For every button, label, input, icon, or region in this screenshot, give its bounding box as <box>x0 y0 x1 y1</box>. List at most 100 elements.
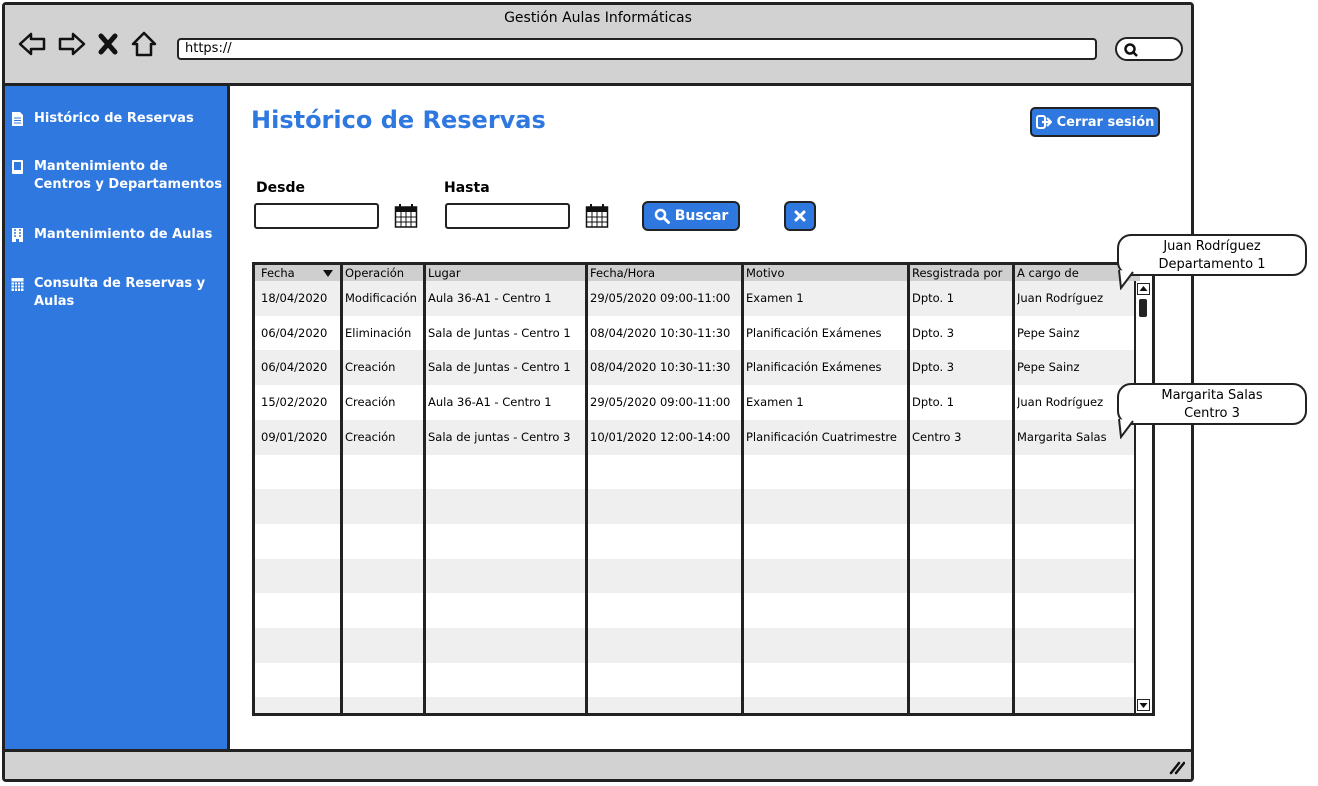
header-fecha-hora[interactable]: Fecha/Hora <box>590 266 655 280</box>
sidebar-item-label: Histórico de Reservas <box>34 111 194 126</box>
table-cell: 08/04/2020 10:30-11:30 <box>590 325 731 340</box>
table-cell: Pepe Sainz <box>1017 360 1080 375</box>
sidebar-item-historico[interactable]: Histórico de Reservas <box>11 110 226 128</box>
annotation-callout: Margarita Salas Centro 3 <box>1117 383 1307 425</box>
window-title: Gestión Aulas Informáticas <box>504 10 692 26</box>
header-registrada[interactable]: Resgistrada por <box>912 266 1002 280</box>
table-scrollbar[interactable] <box>1134 281 1152 713</box>
sign-out-icon <box>1035 115 1052 129</box>
table-row-background <box>255 593 1140 629</box>
callout-line: Departamento 1 <box>1158 257 1266 272</box>
building-icon <box>12 228 23 242</box>
header-lugar[interactable]: Lugar <box>428 266 461 280</box>
search-button-label: Buscar <box>674 208 729 224</box>
sidebar-item-consulta[interactable]: Consulta de Reservas y Aulas <box>11 275 226 311</box>
table-cell: Examen 1 <box>746 291 804 305</box>
search-icon <box>654 208 670 224</box>
header-operacion[interactable]: Operación <box>345 266 404 280</box>
table-header: Fecha Operación Lugar Fecha/Hora Motivo … <box>255 265 1140 281</box>
callout-line: Centro 3 <box>1184 406 1240 421</box>
table-cell: Dpto. 3 <box>912 325 955 340</box>
callout-tail <box>1118 419 1134 439</box>
sort-desc-icon[interactable] <box>323 270 333 277</box>
calendar-icon[interactable] <box>394 203 418 229</box>
header-motivo[interactable]: Motivo <box>746 266 785 280</box>
callout-line: Juan Rodríguez <box>1163 239 1261 254</box>
from-date-input[interactable] <box>254 203 379 229</box>
table-cell: Dpto. 1 <box>912 395 955 410</box>
sidebar: Histórico de Reservas Mantenimiento de C… <box>5 86 230 754</box>
sidebar-item-centros[interactable]: Mantenimiento de Centros y Departamentos <box>11 158 226 194</box>
from-label: Desde <box>256 180 305 196</box>
table-cell: Margarita Salas <box>1017 429 1107 444</box>
table-cell: Juan Rodríguez <box>1017 395 1104 410</box>
table-cell: Examen 1 <box>746 395 804 410</box>
header-a-cargo[interactable]: A cargo de <box>1017 266 1079 280</box>
table-row-background <box>255 662 1140 698</box>
table-cell: Creación <box>345 395 396 410</box>
logout-label: Cerrar sesión <box>1056 114 1155 130</box>
table-cell: 06/04/2020 <box>261 325 328 340</box>
callout-line: Margarita Salas <box>1161 388 1263 403</box>
logout-button[interactable]: Cerrar sesión <box>1030 107 1160 137</box>
table-cell: Centro 3 <box>912 429 962 444</box>
clear-button[interactable] <box>784 201 816 231</box>
search-button[interactable]: Buscar <box>642 201 740 231</box>
table-cell: 10/01/2020 12:00-14:00 <box>590 429 731 444</box>
table-cell: Dpto. 3 <box>912 360 955 375</box>
table-cell: 29/05/2020 09:00-11:00 <box>590 395 731 410</box>
to-label: Hasta <box>444 180 490 196</box>
table-cell: 09/01/2020 <box>261 429 328 444</box>
sidebar-item-label: Consulta de Reservas y Aulas <box>34 276 206 309</box>
search-icon <box>1124 43 1138 57</box>
status-bar <box>5 749 1191 779</box>
sidebar-item-aulas[interactable]: Mantenimiento de Aulas <box>11 226 226 244</box>
table-cell: Sala de Juntas - Centro 1 <box>428 360 571 375</box>
home-icon[interactable] <box>129 29 159 59</box>
url-input[interactable]: https:// <box>177 38 1097 60</box>
table-cell: Sala de juntas - Centro 3 <box>428 429 571 444</box>
table-cell: Juan Rodríguez <box>1017 291 1104 305</box>
annotation-callout: Juan Rodríguez Departamento 1 <box>1117 234 1307 276</box>
tablet-icon <box>12 160 23 174</box>
table-cell: Modificación <box>345 291 417 305</box>
table-row-background <box>255 523 1140 559</box>
table-cell: Creación <box>345 429 396 444</box>
sidebar-item-label: Mantenimiento de Aulas <box>34 227 213 242</box>
table-cell: Aula 36-A1 - Centro 1 <box>428 291 552 305</box>
calendar-icon <box>11 278 24 291</box>
to-date-input[interactable] <box>445 203 570 229</box>
calendar-icon[interactable] <box>585 203 609 229</box>
document-icon <box>12 112 23 126</box>
header-fecha[interactable]: Fecha <box>261 266 295 280</box>
browser-search-input[interactable] <box>1115 37 1183 61</box>
table-cell: 08/04/2020 10:30-11:30 <box>590 360 731 375</box>
table-row-background <box>255 697 1140 713</box>
table-cell: Pepe Sainz <box>1017 325 1080 340</box>
table-cell: Eliminación <box>345 325 412 340</box>
browser-toolbar: Gestión Aulas Informáticas https:// <box>5 5 1191 86</box>
table-cell: 15/02/2020 <box>261 395 328 410</box>
table-row-background <box>255 558 1140 594</box>
close-icon <box>794 210 806 222</box>
table-cell: Creación <box>345 360 396 375</box>
scroll-down-button[interactable] <box>1137 699 1150 711</box>
table-cell: Planificación Exámenes <box>746 360 882 375</box>
scroll-up-button[interactable] <box>1137 283 1150 295</box>
table-cell: 06/04/2020 <box>261 360 328 375</box>
reservations-table: Fecha Operación Lugar Fecha/Hora Motivo … <box>252 262 1155 716</box>
table-cell: Sala de Juntas - Centro 1 <box>428 325 571 340</box>
table-cell: Planificación Exámenes <box>746 325 882 340</box>
scroll-thumb[interactable] <box>1139 299 1147 317</box>
back-icon[interactable] <box>17 29 47 59</box>
callout-tail <box>1118 270 1134 290</box>
table-cell: Planificación Cuatrimestre <box>746 429 897 444</box>
table-cell: 29/05/2020 09:00-11:00 <box>590 291 731 305</box>
table-row-background <box>255 489 1140 525</box>
resize-grip-icon[interactable] <box>1167 759 1185 775</box>
stop-icon[interactable] <box>97 29 119 59</box>
table-row-background <box>255 454 1140 490</box>
sidebar-item-label: Mantenimiento de Centros y Departamentos <box>34 159 223 192</box>
forward-icon[interactable] <box>57 29 87 59</box>
table-cell: 18/04/2020 <box>261 291 328 305</box>
